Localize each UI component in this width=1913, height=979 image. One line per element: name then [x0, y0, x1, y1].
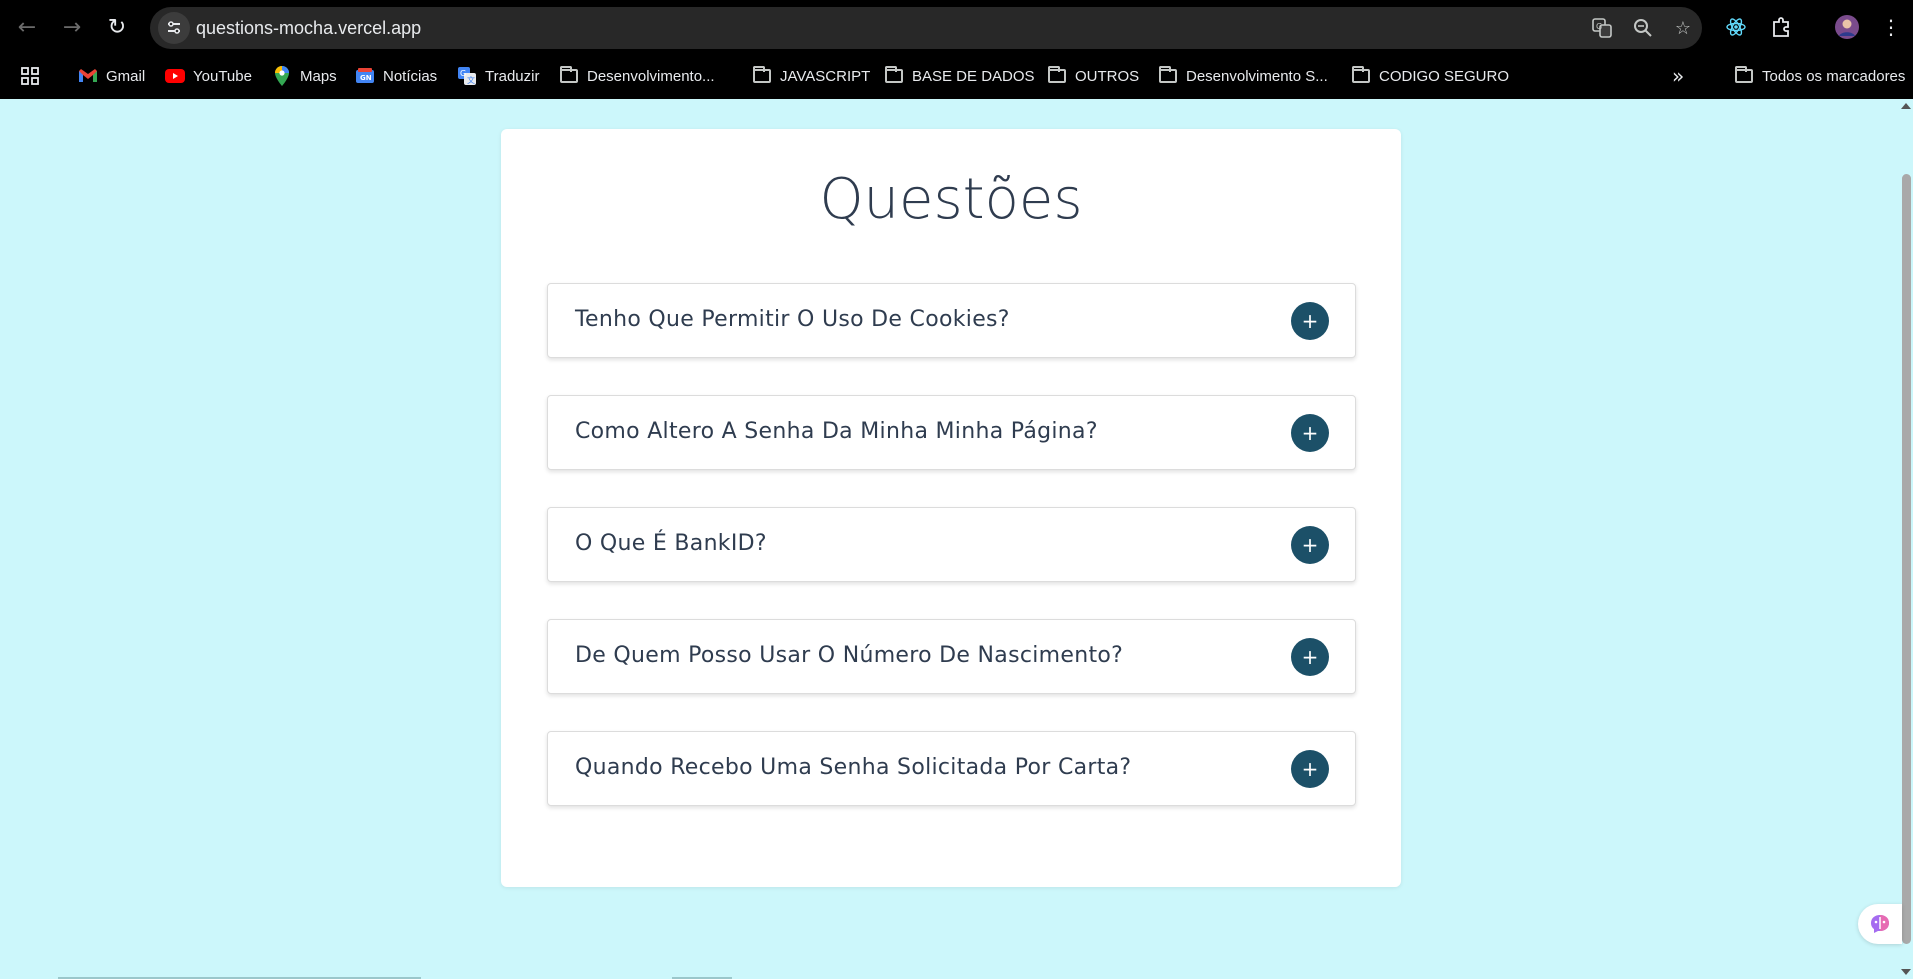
bookmark-folder-base-de-dados[interactable]: BASE DE DADOS: [884, 64, 1035, 88]
site-info-icon[interactable]: [158, 12, 190, 44]
question-item[interactable]: Tenho Que Permitir O Uso De Cookies? +: [547, 283, 1356, 358]
menu-kebab-icon[interactable]: ⋮: [1876, 12, 1906, 42]
svg-text:G: G: [1596, 22, 1602, 31]
bookmark-star-icon[interactable]: ☆: [1671, 16, 1695, 40]
bookmark-folder-desenvolvimento-s[interactable]: Desenvolvimento S...: [1158, 64, 1328, 88]
react-devtools-icon[interactable]: [1721, 12, 1751, 42]
expand-plus-icon[interactable]: +: [1291, 302, 1329, 340]
news-icon: GN: [355, 66, 375, 86]
folder-icon: [884, 66, 904, 86]
forward-button[interactable]: →: [55, 10, 89, 44]
folder-icon: [752, 66, 772, 86]
svg-text:文: 文: [467, 75, 475, 85]
question-item[interactable]: De Quem Posso Usar O Número De Nasciment…: [547, 619, 1356, 694]
page-title: Questões: [819, 167, 1083, 232]
bookmark-folder-desenvolvimento[interactable]: Desenvolvimento...: [559, 64, 715, 88]
maps-icon: [272, 66, 292, 86]
question-text: Tenho Que Permitir O Uso De Cookies?: [575, 307, 1010, 332]
bookmarks-bar: Gmail YouTube Maps GN Notícias G文 Traduz…: [0, 54, 1913, 99]
gmail-icon: [78, 66, 98, 86]
questions-card: Questões Tenho Que Permitir O Uso De Coo…: [501, 129, 1401, 887]
more-bookmarks-chevron-icon[interactable]: »: [1672, 64, 1684, 88]
question-item[interactable]: Como Altero A Senha Da Minha Minha Págin…: [547, 395, 1356, 470]
back-button[interactable]: ←: [10, 10, 44, 44]
expand-plus-icon[interactable]: +: [1291, 414, 1329, 452]
profile-avatar[interactable]: [1832, 12, 1862, 42]
question-item[interactable]: Quando Recebo Uma Senha Solicitada Por C…: [547, 731, 1356, 806]
bookmark-folder-javascript[interactable]: JAVASCRIPT: [752, 64, 870, 88]
reload-button[interactable]: ↻: [100, 10, 134, 44]
floating-extension-icon[interactable]: [1858, 904, 1902, 944]
folder-icon: [1734, 66, 1754, 86]
bookmark-folder-outros[interactable]: OUTROS: [1047, 64, 1139, 88]
expand-plus-icon[interactable]: +: [1291, 750, 1329, 788]
bookmark-folder-codigo-seguro[interactable]: CODIGO SEGURO: [1351, 64, 1509, 88]
svg-text:GN: GN: [360, 74, 372, 82]
apps-grid-icon[interactable]: [20, 64, 40, 88]
scroll-down-arrow-icon[interactable]: [1901, 969, 1911, 975]
browser-toolbar: ← → ↻ questions-mocha.vercel.app G ☆ ⋮: [0, 0, 1913, 54]
folder-icon: [1351, 66, 1371, 86]
folder-icon: [1047, 66, 1067, 86]
bookmark-gmail[interactable]: Gmail: [78, 64, 145, 88]
expand-plus-icon[interactable]: +: [1291, 526, 1329, 564]
question-item[interactable]: O Que É BankID? +: [547, 507, 1356, 582]
question-text: Quando Recebo Uma Senha Solicitada Por C…: [575, 755, 1132, 780]
svg-text:G: G: [460, 69, 466, 78]
bookmark-maps[interactable]: Maps: [272, 64, 337, 88]
extensions-icon[interactable]: [1766, 12, 1796, 42]
scroll-up-arrow-icon[interactable]: [1901, 103, 1911, 109]
youtube-icon: [165, 66, 185, 86]
folder-icon: [1158, 66, 1178, 86]
expand-plus-icon[interactable]: +: [1291, 638, 1329, 676]
translate-page-icon[interactable]: G: [1590, 16, 1614, 40]
scroll-thumb[interactable]: [1902, 174, 1911, 944]
address-bar[interactable]: questions-mocha.vercel.app G ☆: [150, 7, 1702, 49]
question-text: De Quem Posso Usar O Número De Nasciment…: [575, 643, 1124, 668]
all-bookmarks-folder[interactable]: Todos os marcadores: [1734, 64, 1905, 88]
url-text: questions-mocha.vercel.app: [196, 18, 422, 38]
question-text: Como Altero A Senha Da Minha Minha Págin…: [575, 419, 1098, 444]
folder-icon: [559, 66, 579, 86]
bookmark-youtube[interactable]: YouTube: [165, 64, 252, 88]
question-text: O Que É BankID?: [575, 531, 767, 556]
translate-icon: G文: [457, 66, 477, 86]
bookmark-traduzir[interactable]: G文 Traduzir: [457, 64, 539, 88]
page-scrollbar[interactable]: [1900, 99, 1913, 979]
bookmark-noticias[interactable]: GN Notícias: [355, 64, 437, 88]
zoom-icon[interactable]: [1631, 16, 1655, 40]
